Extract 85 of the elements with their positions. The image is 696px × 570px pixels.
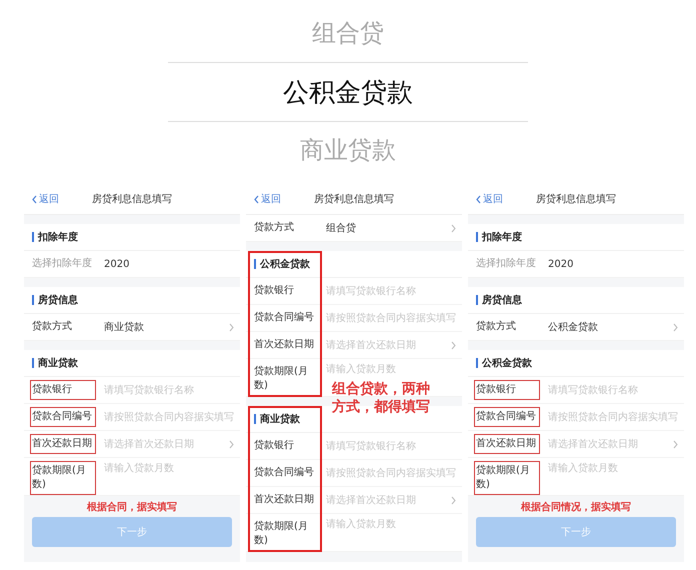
placeholder-text[interactable]: 请填写贷款银行名称 — [326, 439, 456, 453]
back-link[interactable]: 返回 — [32, 192, 92, 206]
annotation-text: 根据合同，据实填写 — [86, 500, 178, 514]
section-marker — [32, 358, 34, 368]
placeholder-text[interactable]: 请选择首次还款日期 — [548, 437, 673, 451]
field-label: 贷款银行 — [253, 284, 295, 298]
section-marker — [254, 259, 256, 269]
section-marker — [476, 358, 478, 368]
section-marker — [476, 295, 478, 305]
next-button[interactable]: 下一步 — [32, 517, 232, 547]
field-label: 贷款银行 — [474, 380, 540, 400]
loan-type-heading: 组合贷 — [312, 18, 384, 49]
field-label: 贷款方式 — [475, 320, 517, 334]
placeholder-text[interactable]: 请填写贷款银行名称 — [548, 383, 678, 397]
screen-title: 房贷利息信息填写 — [92, 192, 172, 206]
chevron-icon — [451, 340, 456, 350]
back-text[interactable]: 返回 — [483, 192, 503, 206]
section-marker — [32, 295, 34, 305]
back-text[interactable]: 返回 — [261, 192, 281, 206]
chevron-icon — [673, 322, 678, 332]
placeholder-text[interactable]: 请按照贷款合同内容据实填写 — [548, 410, 678, 424]
placeholder-text[interactable]: 请选择首次还款日期 — [326, 493, 451, 507]
section-marker — [476, 232, 478, 242]
section-title: 扣除年度 — [38, 230, 78, 244]
section-title: 公积金贷款 — [260, 258, 310, 271]
field-label: 贷款合同编号 — [30, 407, 96, 427]
section-marker — [32, 232, 34, 242]
field-label: 贷款方式 — [253, 220, 295, 235]
field-label: 贷款合同编号 — [253, 310, 315, 325]
placeholder-text[interactable]: 请按照贷款合同内容据实填写 — [104, 410, 234, 424]
next-button[interactable]: 下一步 — [476, 517, 676, 547]
back-link[interactable]: 返回 — [254, 192, 314, 206]
placeholder-text[interactable]: 请输入贷款月数 — [326, 517, 456, 531]
placeholder-text[interactable]: 请选择首次还款日期 — [104, 437, 229, 451]
section-title: 房贷信息 — [38, 293, 78, 307]
placeholder-text[interactable]: 请输入贷款月数 — [104, 461, 234, 475]
field-label: 贷款期限(月数) — [253, 520, 309, 548]
loan-type-heading: 商业贷款 — [300, 135, 396, 166]
field-label: 贷款银行 — [253, 438, 295, 453]
back-text[interactable]: 返回 — [39, 192, 59, 206]
field-label: 首次还款日期 — [474, 434, 540, 454]
field-label: 首次还款日期 — [30, 434, 96, 454]
section-marker — [254, 414, 256, 424]
field-value[interactable]: 公积金贷款 — [548, 320, 673, 334]
field-label: 贷款合同编号 — [253, 466, 315, 480]
chevron-icon — [229, 322, 234, 332]
field-label: 贷款期限(月数) — [30, 461, 96, 495]
annotation-text: 组合贷款，两种方式，都得填写 — [332, 380, 431, 416]
field-value[interactable]: 组合贷 — [326, 221, 451, 235]
section-title: 商业贷款 — [38, 356, 78, 370]
field-label: 贷款方式 — [31, 320, 73, 334]
screen-title: 房贷利息信息填写 — [536, 192, 616, 206]
section-title: 公积金贷款 — [482, 356, 532, 370]
back-link[interactable]: 返回 — [476, 192, 536, 206]
chevron-icon — [673, 440, 678, 448]
field-label: 贷款期限(月数) — [253, 364, 309, 393]
field-value[interactable]: 商业贷款 — [104, 320, 229, 334]
chevron-icon — [451, 496, 456, 504]
placeholder-text[interactable]: 请填写贷款银行名称 — [104, 383, 234, 397]
loan-type-heading: 公积金贷款 — [283, 76, 413, 110]
field-label: 选择扣除年度 — [31, 256, 93, 271]
section-title: 房贷信息 — [482, 293, 522, 307]
back-chevron-icon — [476, 194, 481, 204]
field-label: 贷款银行 — [30, 380, 96, 400]
placeholder-text[interactable]: 请输入贷款月数 — [326, 362, 456, 376]
chevron-icon — [451, 224, 456, 232]
chevron-icon — [229, 440, 234, 448]
section-title: 扣除年度 — [482, 230, 522, 244]
screen-title: 房贷利息信息填写 — [314, 192, 394, 206]
placeholder-text[interactable]: 请选择首次还款日期 — [326, 338, 451, 352]
back-chevron-icon — [32, 194, 37, 204]
field-label: 贷款期限(月数) — [474, 461, 540, 495]
annotation-text: 根据合同情况，据实填写 — [520, 500, 632, 514]
placeholder-text[interactable]: 请按照贷款合同内容据实填写 — [326, 466, 456, 480]
field-label: 首次还款日期 — [253, 338, 315, 352]
section-title: 商业贷款 — [260, 412, 300, 426]
placeholder-text[interactable]: 请按照贷款合同内容据实填写 — [326, 311, 456, 325]
field-label: 首次还款日期 — [253, 492, 315, 507]
placeholder-text[interactable]: 请填写贷款银行名称 — [326, 284, 456, 298]
placeholder-text[interactable]: 请输入贷款月数 — [548, 461, 678, 475]
field-value: 2020 — [548, 258, 574, 270]
field-label: 贷款合同编号 — [474, 407, 540, 427]
field-label: 选择扣除年度 — [475, 256, 537, 271]
field-value: 2020 — [104, 258, 130, 270]
back-chevron-icon — [254, 194, 259, 204]
